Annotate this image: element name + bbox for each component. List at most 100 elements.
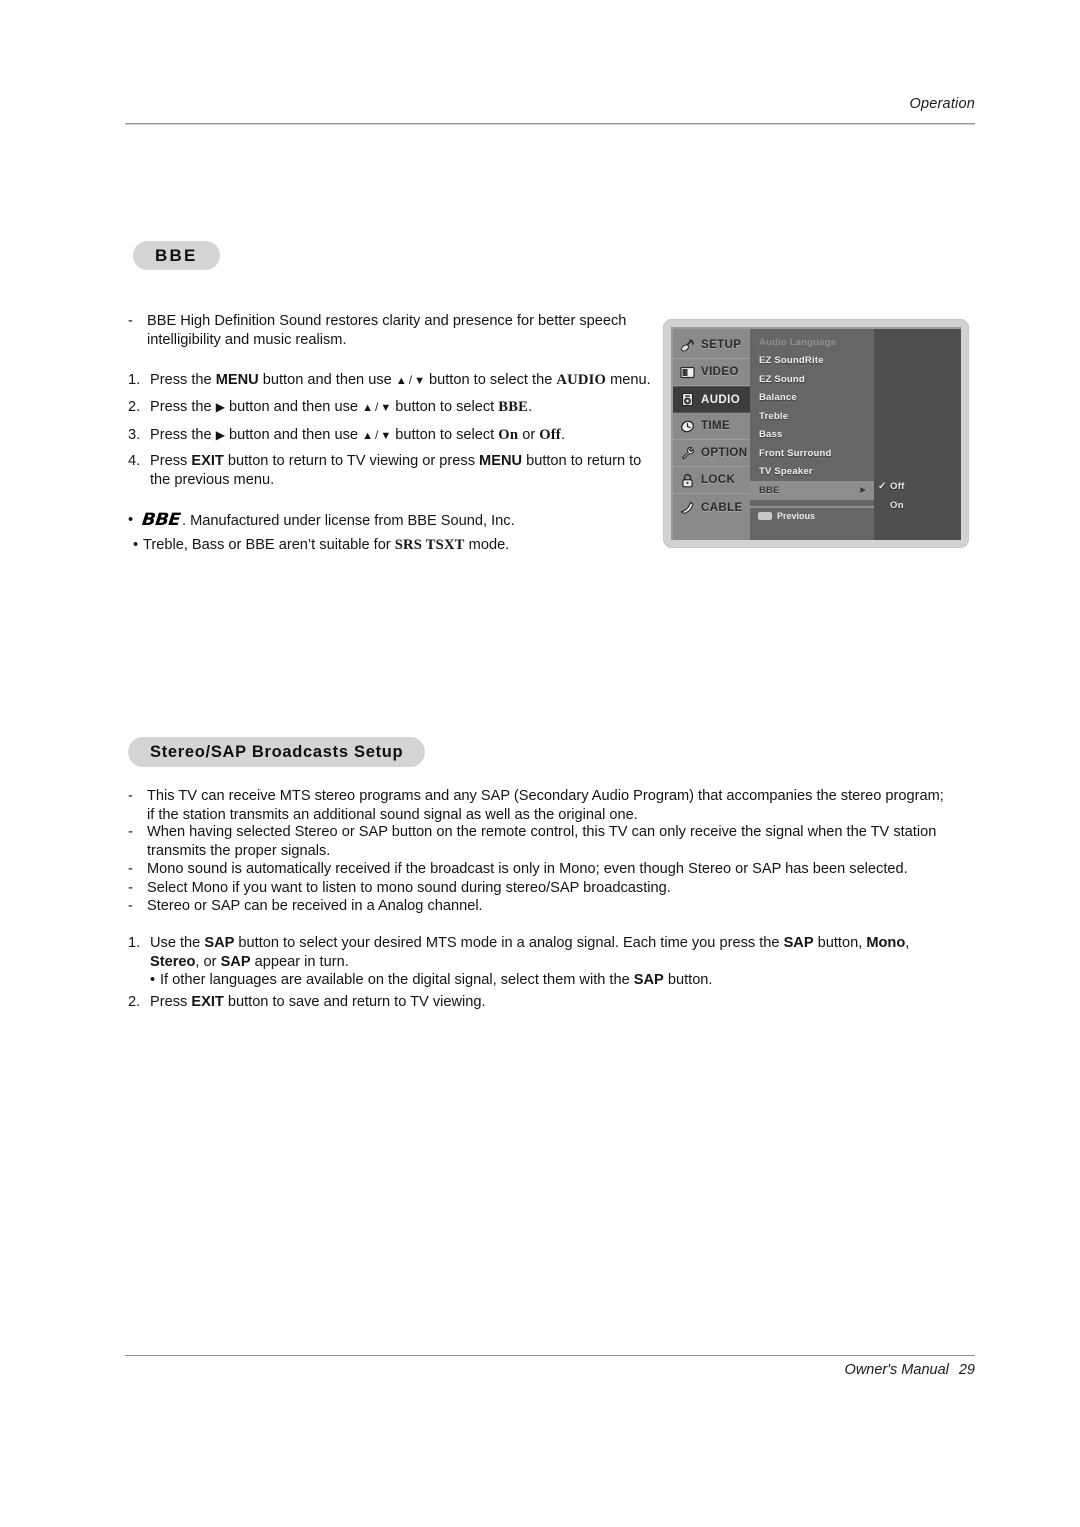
footer-page-number: 29 [958, 1362, 975, 1378]
bbe-intro-text: BBE High Definition Sound restores clari… [147, 312, 658, 350]
t: button to select [391, 399, 499, 415]
manual-page: Operation BBE - BBE High Definition Soun… [0, 0, 1080, 1527]
bbe-note-2-text: Treble, Bass or BBE aren’t suitable for … [143, 536, 673, 555]
osd-value-label: On [890, 500, 904, 511]
arrow-right-icon [216, 399, 225, 415]
osd-menu-item-ez-soundrite[interactable]: EZ SoundRite [750, 352, 874, 371]
section-heading-bbe: BBE [133, 241, 220, 270]
arrow-down-icon [380, 427, 391, 443]
osd-value-on[interactable]: On [890, 500, 904, 511]
bbe-intro-line2: intelligibility and music realism. [147, 332, 347, 348]
t: button to select your desired MTS mode i… [234, 935, 784, 951]
t: button to return to TV viewing or press [223, 453, 480, 469]
bbe-step-4-text: Press EXIT button to return to TV viewin… [150, 452, 673, 490]
osd-menu-item-bbe[interactable]: BBE ▶ [750, 481, 874, 500]
key-off: Off [539, 427, 561, 443]
osd-menu-label: BBE [759, 484, 780, 496]
t: button, [813, 935, 867, 951]
key-menu: MENU [215, 372, 259, 388]
t: Use the [150, 935, 205, 951]
arrow-down-icon [414, 372, 425, 388]
arrow-up-icon [362, 427, 373, 443]
bbe-note-1: • BBE. Manufactured under license from B… [128, 510, 668, 531]
t: Press the [150, 372, 216, 388]
osd-rail-label: VIDEO [701, 366, 739, 378]
dash-marker: - [128, 861, 133, 877]
checkmark-icon: ✓ [878, 481, 887, 492]
osd-menu-label: Balance [759, 392, 797, 404]
key-sap: SAP [220, 954, 251, 970]
header-rule [125, 123, 975, 125]
osd-menu-label: Front Surround [759, 447, 832, 459]
osd-rail-item-time[interactable]: TIME [673, 413, 750, 440]
line: This TV can receive MTS stereo programs … [147, 788, 944, 804]
bbe-note-1-text: BBE. Manufactured under license from BBE… [141, 510, 668, 531]
stereo-step-1-sub-text: If other languages are available on the … [160, 971, 980, 990]
remote-key-icon [758, 512, 772, 520]
stereo-step-1: 1. Use the SAP button to select your des… [128, 934, 980, 972]
osd-menu-item-tv-speaker[interactable]: TV Speaker [750, 463, 874, 482]
t: button and then use [224, 427, 363, 443]
dash-marker: - [128, 788, 133, 804]
osd-value-off[interactable]: ✓ Off [878, 481, 905, 492]
osd-menu-item-treble[interactable]: Treble [750, 407, 874, 426]
osd-rail-item-option[interactable]: OPTION [673, 440, 750, 467]
osd-menu-item-front-surround[interactable]: Front Surround [750, 444, 874, 463]
monitor-icon [679, 364, 696, 381]
t: Treble, Bass or BBE aren’t suitable for [143, 537, 395, 553]
osd-rail-label: AUDIO [701, 393, 741, 406]
key-sap: SAP [783, 935, 814, 951]
osd-menu-label: EZ SoundRite [759, 355, 824, 367]
osd-value-label: Off [890, 481, 905, 492]
osd-rail-label: LOCK [701, 474, 736, 486]
osd-rail-item-setup[interactable]: SETUP [673, 332, 750, 359]
section-heading-stereo-sap: Stereo/SAP Broadcasts Setup [128, 737, 426, 767]
stereo-step-2-text: Press EXIT button to save and return to … [150, 993, 958, 1012]
bbe-step-1-text: Press the MENU button and then use / but… [150, 371, 668, 391]
osd-previous-row[interactable]: Previous [750, 505, 874, 525]
osd-category-rail: SETUP VIDEO AUDIO TIME OPTION LOCK CABLE [673, 329, 750, 540]
key-srs-tsxt: SRS TSXT [394, 537, 465, 553]
clock-icon [679, 418, 696, 435]
osd-rail-item-cable[interactable]: CABLE [673, 494, 750, 521]
osd-menu-item-audio-language[interactable]: Audio Language [750, 333, 874, 352]
stereo-dash-5: - Stereo or SAP can be received in a Ana… [128, 897, 976, 916]
bbe-step-2: 2. Press the button and then use / butto… [128, 398, 668, 418]
osd-rail-item-audio[interactable]: AUDIO [673, 386, 750, 413]
bullet-marker: • [150, 972, 156, 988]
bbe-step-3-text: Press the button and then use / button t… [150, 426, 668, 446]
key-menu: MENU [479, 453, 523, 469]
key-mono: Mono [866, 935, 906, 951]
bbe-step-4-line2: the previous menu. [150, 472, 275, 488]
t: mode. [464, 537, 510, 553]
stereo-dash-3: - Mono sound is automatically received i… [128, 860, 976, 879]
t: Press the [150, 399, 216, 415]
tv-osd-screenshot: SETUP VIDEO AUDIO TIME OPTION LOCK CABLE… [663, 319, 969, 548]
key-bbe: BBE [498, 399, 529, 415]
osd-menu-label: Audio Language [759, 336, 837, 348]
stereo-dash-4: - Select Mono if you want to listen to m… [128, 879, 976, 898]
t: If other languages are available on the … [160, 972, 634, 988]
running-head: Operation [909, 96, 975, 112]
osd-menu-item-ez-sound[interactable]: EZ Sound [750, 370, 874, 389]
key-sap: SAP [204, 935, 235, 951]
step-marker: 4. [128, 453, 141, 469]
t: button. [663, 972, 713, 988]
arrow-up-icon [396, 372, 407, 388]
osd-previous-label: Previous [777, 511, 816, 521]
osd-audio-menu-list: Audio Language EZ SoundRite EZ Sound Bal… [750, 329, 874, 540]
t: button and then use [258, 372, 396, 388]
stereo-dash-1: - This TV can receive MTS stereo program… [128, 787, 976, 825]
osd-menu-item-bass[interactable]: Bass [750, 426, 874, 445]
t: appear in turn. [250, 954, 349, 970]
arrow-up-icon [362, 399, 373, 415]
arrow-down-icon [380, 399, 391, 415]
osd-menu-label: Treble [759, 410, 789, 422]
osd-rail-item-video[interactable]: VIDEO [673, 359, 750, 386]
osd-rail-item-lock[interactable]: LOCK [673, 467, 750, 494]
key-stereo: Stereo [150, 954, 196, 970]
t: button to select the [424, 372, 557, 388]
key-exit: EXIT [191, 994, 224, 1010]
osd-menu-item-balance[interactable]: Balance [750, 389, 874, 408]
step-marker: 2. [128, 994, 141, 1010]
